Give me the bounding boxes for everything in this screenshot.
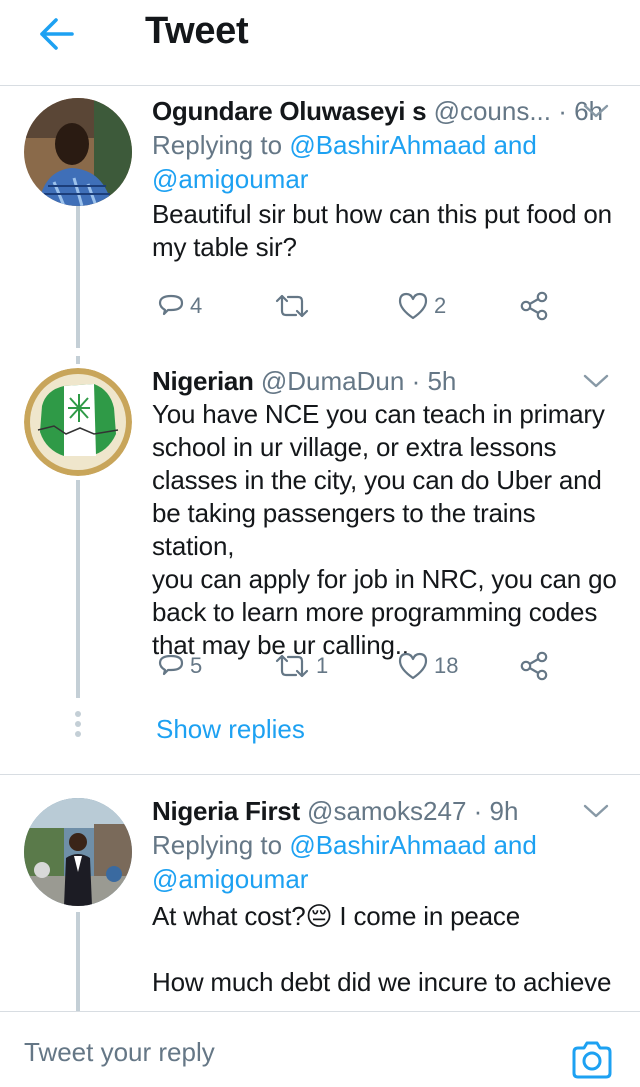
replying-to-link-2[interactable]: @amigoumar (152, 864, 308, 894)
timestamp[interactable]: 9h (490, 796, 519, 826)
reply-input[interactable] (24, 1032, 524, 1072)
separator-dot: · (473, 796, 483, 826)
like-button[interactable]: 2 (396, 286, 446, 326)
tweet-text-line: At what cost?😔 I come in peace (152, 900, 620, 933)
avatar[interactable] (24, 368, 132, 476)
thread-continuation-dots (74, 711, 82, 741)
replying-to-link-2[interactable]: @amigoumar (152, 164, 308, 194)
user-handle[interactable]: @DumaDun (261, 366, 404, 396)
replying-to: Replying to @BashirAhmaad and (152, 128, 620, 162)
tweet-menu-button[interactable] (582, 370, 610, 392)
tweet-text: Beautiful sir but how can this put food … (152, 198, 620, 264)
like-count: 18 (434, 653, 459, 678)
tweet-text-line: be taking passengers to the trains stati… (152, 498, 536, 561)
user-handle[interactable]: @samoks247 (307, 796, 466, 826)
like-count: 2 (434, 293, 447, 318)
replying-prefix: Replying to (152, 130, 290, 160)
replying-to-continued: @amigoumar (152, 162, 620, 196)
tweet-menu-button[interactable] (582, 800, 610, 822)
pensive-face-emoji: 😔 (305, 901, 333, 931)
reply-icon[interactable] (156, 651, 186, 681)
thread-line (76, 912, 80, 1011)
heart-icon[interactable] (396, 290, 430, 322)
tweet-header: Nigeria First @samoks247 · 9h (152, 794, 620, 828)
chevron-down-icon[interactable] (582, 800, 610, 822)
tweet-text-segment: I come in peace (332, 901, 520, 931)
reply-button[interactable]: 4 (156, 286, 202, 326)
tweet-text: At what cost?😔 I come in peace How much … (152, 900, 620, 999)
show-replies-link[interactable]: Show replies (156, 714, 305, 745)
reply-button[interactable]: 5 (156, 646, 202, 686)
top-bar: Tweet (0, 0, 640, 86)
tweet-header: Nigerian @DumaDun · 5h (152, 364, 620, 398)
separator-dot: · (558, 96, 567, 126)
share-button[interactable] (518, 286, 550, 326)
retweet-icon[interactable] (272, 651, 312, 681)
thread-line (76, 480, 80, 698)
share-button[interactable] (518, 646, 550, 686)
avatar[interactable] (24, 98, 132, 206)
tweet-text: You have NCE you can teach in primary sc… (152, 398, 620, 662)
share-icon[interactable] (518, 650, 550, 682)
tweet-text-line: school in ur village, or extra lessons (152, 432, 557, 462)
replying-to: Replying to @BashirAhmaad and (152, 828, 620, 862)
retweet-count: 1 (316, 653, 329, 678)
timestamp[interactable]: 5h (427, 366, 456, 396)
reply-tweet[interactable]: Nigerian @DumaDun · 5h You have NCE you … (0, 356, 640, 776)
chevron-down-icon[interactable] (582, 100, 610, 122)
retweet-icon[interactable] (272, 291, 312, 321)
reply-tweet[interactable]: Ogundare Oluwaseyi s @couns... · 6h Repl… (0, 86, 640, 348)
separator-dot: · (411, 366, 421, 396)
replying-prefix: Replying to (152, 830, 290, 860)
display-name[interactable]: Nigeria First (152, 796, 300, 826)
tweet-text-line: back to learn more programming codes (152, 597, 598, 627)
display-name[interactable]: Ogundare Oluwaseyi s (152, 96, 427, 126)
tweet-actions: 5 1 18 (152, 646, 592, 686)
reply-composer (0, 1011, 640, 1087)
tweet-header: Ogundare Oluwaseyi s @couns... · 6h (152, 94, 620, 128)
reply-icon[interactable] (156, 291, 186, 321)
tweet-text-line: How much debt did we incure to achieve (152, 967, 612, 997)
heart-icon[interactable] (396, 650, 430, 682)
tweet-text-line: You have NCE you can teach in primary (152, 399, 605, 429)
retweet-button[interactable]: 1 (272, 646, 328, 686)
reply-count: 5 (190, 653, 203, 678)
tweet-content: Nigeria First @samoks247 · 9h Replying t… (152, 794, 620, 999)
page-title: Tweet (145, 10, 249, 52)
tweet-text-segment: At what cost? (152, 901, 306, 931)
camera-icon[interactable] (570, 1040, 614, 1080)
display-name[interactable]: Nigerian (152, 366, 254, 396)
tweet-menu-button[interactable] (582, 100, 610, 122)
tweet-actions: 4 2 (152, 286, 592, 326)
thread-line (76, 356, 80, 364)
tweet-content: Nigerian @DumaDun · 5h You have NCE you … (152, 364, 620, 662)
tweet-text-line: classes in the city, you can do Uber and (152, 465, 602, 495)
retweet-button[interactable] (272, 286, 316, 326)
like-button[interactable]: 18 (396, 646, 458, 686)
back-button[interactable] (34, 14, 78, 54)
tweet-content: Ogundare Oluwaseyi s @couns... · 6h Repl… (152, 94, 620, 264)
replies-feed[interactable]: Ogundare Oluwaseyi s @couns... · 6h Repl… (0, 86, 640, 1011)
replying-to-link[interactable]: @BashirAhmaad and (289, 130, 537, 160)
share-icon[interactable] (518, 290, 550, 322)
tweet-text-line: you can apply for job in NRC, you can go (152, 564, 617, 594)
back-arrow-icon[interactable] (34, 14, 78, 54)
avatar[interactable] (24, 798, 132, 906)
reply-count: 4 (190, 293, 203, 318)
thread-line (76, 206, 80, 348)
camera-button[interactable] (570, 1040, 614, 1084)
user-handle[interactable]: @couns... (434, 96, 551, 126)
tweet-text-line: Beautiful sir but how can this put food … (152, 199, 612, 229)
tweet-text-line: my table sir? (152, 232, 297, 262)
reply-tweet[interactable]: Nigeria First @samoks247 · 9h Replying t… (0, 776, 640, 1011)
replying-to-continued: @amigoumar (152, 862, 620, 896)
divider (0, 774, 640, 775)
replying-to-link[interactable]: @BashirAhmaad and (289, 830, 537, 860)
chevron-down-icon[interactable] (582, 370, 610, 392)
